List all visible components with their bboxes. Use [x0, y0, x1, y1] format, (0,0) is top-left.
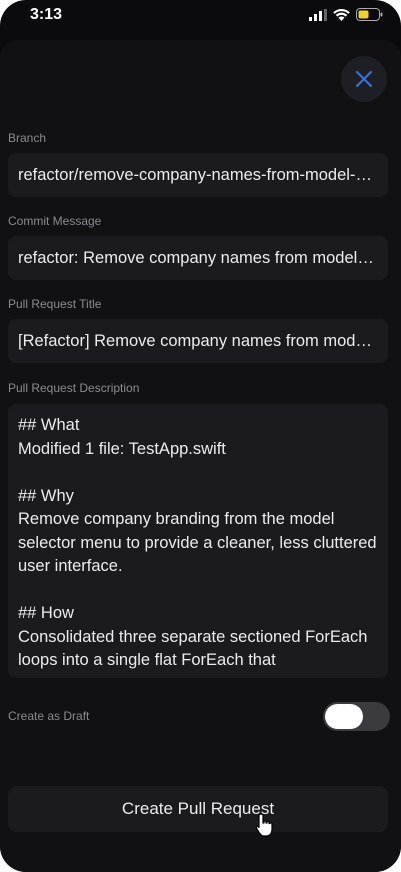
pr-title-field[interactable]: [Refactor] Remove company names from mod… [8, 319, 388, 363]
status-icons [309, 8, 383, 21]
status-time: 3:13 [30, 6, 63, 23]
pr-description-label: Pull Request Description [8, 381, 140, 395]
create-pull-request-button[interactable]: Create Pull Request [8, 786, 388, 832]
battery-icon [356, 8, 383, 21]
pointer-cursor-icon [255, 813, 273, 837]
draft-label: Create as Draft [8, 709, 90, 723]
wifi-icon [333, 8, 350, 21]
toggle-knob [325, 704, 363, 729]
close-icon [355, 70, 373, 88]
pr-description-field[interactable]: ## What Modified 1 file: TestApp.swift #… [8, 404, 388, 678]
close-button[interactable] [341, 56, 387, 102]
pr-title-label: Pull Request Title [8, 297, 102, 311]
status-bar: 3:13 [0, 0, 401, 34]
branch-label: Branch [8, 131, 47, 145]
commit-message-label: Commit Message [8, 214, 102, 228]
phone-screen: 3:13 Branch refactor/remove-company-name… [0, 0, 401, 872]
commit-message-field[interactable]: refactor: Remove company names from mode… [8, 236, 388, 280]
branch-field[interactable]: refactor/remove-company-names-from-model… [8, 153, 388, 197]
signal-icon [309, 8, 327, 21]
draft-toggle[interactable] [323, 702, 390, 731]
